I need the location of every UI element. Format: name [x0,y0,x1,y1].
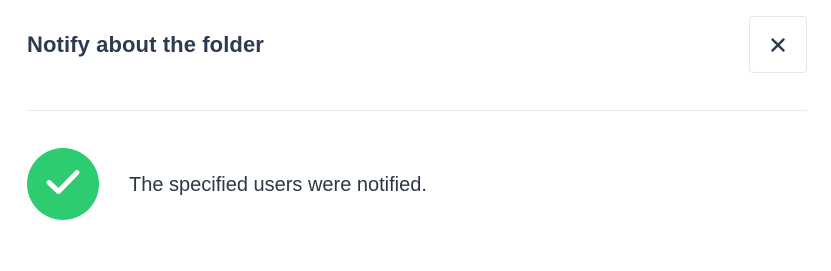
close-icon [770,37,786,53]
dialog-body: The specified users were notified. [27,148,807,220]
close-button[interactable] [749,16,807,73]
dialog-title: Notify about the folder [27,32,264,57]
success-status-icon [27,148,99,220]
notification-message: The specified users were notified. [129,173,427,196]
notify-dialog: Notify about the folder The specified us… [0,0,831,271]
checkmark-icon [45,168,81,201]
header-divider [27,110,807,111]
dialog-header: Notify about the folder [27,16,807,75]
